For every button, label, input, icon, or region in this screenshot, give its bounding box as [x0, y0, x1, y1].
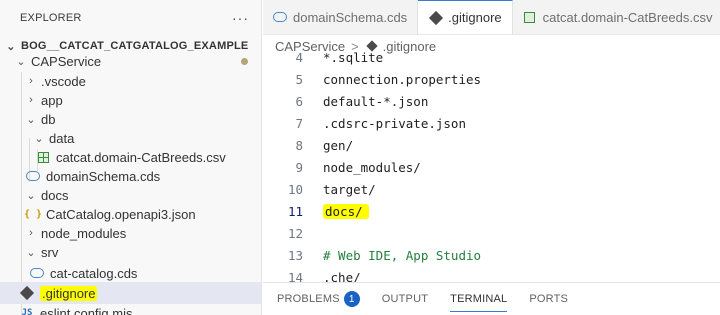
line-text: .cdsrc-private.json	[323, 115, 466, 131]
code-line: 10 target/	[263, 178, 376, 200]
tab-terminal[interactable]: TERMINAL	[450, 288, 508, 312]
tree-item-label: data	[49, 130, 75, 146]
panel-tab-label: PORTS	[529, 293, 569, 305]
cds-icon	[273, 12, 287, 22]
tab-gitignore[interactable]: .gitignore	[418, 0, 513, 34]
line-number: 8	[295, 137, 303, 153]
tree-item-srv[interactable]: ⌄ srv	[0, 241, 261, 263]
chevron-down-icon: ⌄	[26, 189, 36, 202]
code-line: 9 node_modules/	[263, 156, 420, 178]
tree-item-gitignore[interactable]: .gitignore	[0, 282, 261, 304]
tree-item-label: app	[41, 92, 63, 108]
csv-icon	[524, 11, 536, 23]
line-number: 7	[295, 115, 303, 131]
line-number: 12	[287, 225, 303, 241]
bottom-panel: PROBLEMS 1 OUTPUT TERMINAL PORTS	[263, 282, 720, 315]
breadcrumb-file[interactable]: .gitignore	[383, 39, 436, 54]
tree-item-label: srv	[41, 244, 59, 260]
line-text: default-*.json	[323, 93, 429, 109]
tab-label: domainSchema.cds	[293, 9, 408, 25]
csv-file-icon	[37, 151, 49, 163]
tab-label: catcat.domain-CatBreeds.csv	[542, 9, 713, 25]
code-line: 6 default-*.json	[263, 90, 428, 112]
editor-area: domainSchema.cds .gitignore catcat.domai…	[263, 0, 720, 285]
tree-item-cat-catalog-cds[interactable]: cat-catalog.cds	[0, 262, 261, 284]
line-text: gen/	[323, 137, 354, 153]
explorer-title: EXPLORER	[20, 11, 82, 24]
line-number: 10	[287, 181, 303, 197]
code-line: 12	[263, 222, 303, 244]
line-text: connection.properties	[323, 71, 482, 87]
explorer-header: EXPLORER ···	[0, 0, 261, 35]
explorer-sidebar: EXPLORER ··· ⌄ BOG__CATCAT_CATGATALOG_EX…	[0, 0, 262, 315]
panel-tab-label: PROBLEMS	[277, 293, 340, 305]
tab-catbreeds-csv[interactable]: catcat.domain-CatBreeds.csv	[513, 0, 720, 34]
tree-item-label: db	[41, 111, 56, 127]
tree-item-label: .gitignore	[40, 285, 98, 301]
cds-file-icon	[30, 268, 44, 278]
line-number: 5	[295, 71, 303, 87]
code-line: 4 *.sqlite	[263, 46, 383, 68]
tab-domainschema[interactable]: domainSchema.cds	[263, 0, 419, 34]
highlighted-text: docs/	[323, 203, 369, 219]
tree-item-label: eslint.config.mjs	[40, 305, 133, 315]
line-number: 4	[295, 49, 303, 65]
git-icon	[429, 10, 444, 25]
tree-item-capservice[interactable]: ⌄ CAPService	[0, 50, 261, 72]
chevron-down-icon: ⌄	[26, 113, 36, 126]
chevron-down-icon: ⌄	[16, 55, 26, 68]
tree-item-label: docs	[41, 187, 69, 203]
cds-file-icon	[26, 171, 40, 181]
line-number: 13	[287, 247, 303, 263]
problems-count-badge: 1	[343, 291, 360, 307]
editor-tabs: domainSchema.cds .gitignore catcat.domai…	[263, 0, 720, 35]
code-line: 7 .cdsrc-private.json	[263, 112, 466, 134]
git-file-icon	[19, 285, 35, 301]
code-line: 13 # Web IDE, App Studio	[263, 244, 481, 266]
json-file-icon: { }	[23, 208, 43, 220]
tab-label: .gitignore	[448, 10, 502, 25]
line-number: 11	[287, 203, 303, 219]
panel-tab-label: TERMINAL	[450, 293, 508, 305]
chevron-right-icon: ›	[29, 227, 33, 239]
tree-item-label: node_modules	[41, 225, 127, 241]
line-text: *.sqlite	[323, 49, 384, 65]
tab-output[interactable]: OUTPUT	[382, 288, 428, 310]
code-line: 8 gen/	[263, 134, 353, 156]
tree-item-label: domainSchema.cds	[46, 168, 161, 184]
tab-problems[interactable]: PROBLEMS 1	[277, 288, 360, 310]
line-text: node_modules/	[323, 159, 421, 175]
tree-item-label: catcat.domain-CatBreeds.csv	[56, 149, 226, 165]
tree-item-label: CatCatalog.openapi3.json	[46, 206, 196, 222]
line-text: docs/	[323, 203, 369, 219]
tree-item-label: .vscode	[41, 73, 86, 89]
panel-tab-label: OUTPUT	[381, 293, 429, 305]
tree-item-label: CAPService	[31, 53, 102, 69]
chevron-right-icon: ›	[29, 75, 33, 87]
chevron-right-icon: ›	[29, 94, 33, 106]
line-text: target/	[323, 181, 376, 197]
line-number: 6	[295, 93, 303, 109]
tree-item-label: cat-catalog.cds	[50, 265, 138, 281]
line-number: 9	[295, 159, 303, 175]
tree-item-eslint-config[interactable]: JS eslint.config.mjs	[0, 302, 261, 315]
chevron-down-icon: ⌄	[34, 132, 44, 145]
more-actions-icon[interactable]: ···	[232, 10, 249, 26]
tab-ports[interactable]: PORTS	[529, 288, 568, 310]
code-line: 11 docs/	[263, 200, 369, 222]
line-text: # Web IDE, App Studio	[323, 247, 482, 263]
js-file-icon: JS	[21, 308, 33, 315]
code-line: 5 connection.properties	[263, 68, 481, 90]
chevron-down-icon: ⌄	[26, 246, 36, 259]
modified-dot-icon	[241, 58, 248, 65]
